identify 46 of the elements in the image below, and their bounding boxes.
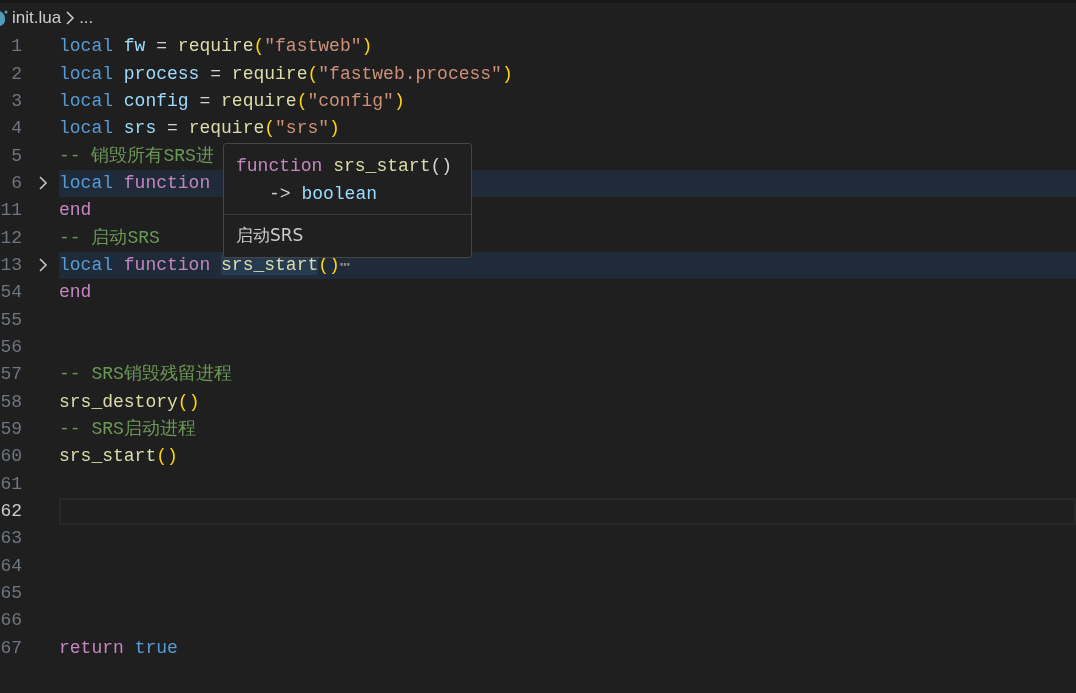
line-number: 1 <box>10 35 22 59</box>
signature-text: function srs_start() <box>236 155 453 178</box>
code-line: local config = require("config") <box>59 89 405 113</box>
line-number: 11 <box>0 199 22 223</box>
code-line: local fw = require("fastweb") <box>59 35 373 59</box>
line-number: 62 <box>0 500 22 523</box>
code-line: -- SRS销毁残留进程 <box>59 363 232 387</box>
line-number: 54 <box>0 281 22 305</box>
code-line: -- 销毁所有SRS进 <box>59 144 214 168</box>
line-number: 3 <box>10 89 22 113</box>
breadcrumb-more[interactable]: ... <box>79 5 94 31</box>
code-line: local function <box>59 171 211 195</box>
code-line: srs_destory() <box>59 390 200 414</box>
code-line: -- SRS启动进程 <box>59 418 196 441</box>
line-number: 2 <box>10 62 22 86</box>
code-line: local srs = require("srs") <box>59 117 340 141</box>
code-line: end <box>59 281 92 305</box>
line-number: 6 <box>10 171 22 195</box>
code-line: end <box>59 199 92 223</box>
code-line: local process = require("fastweb.process") <box>59 62 513 86</box>
code-line: -- 启动SRS <box>59 226 160 250</box>
code-line: return true <box>59 636 178 660</box>
line-number: 58 <box>0 390 22 414</box>
line-number: 13 <box>0 253 22 277</box>
line-number: 65 <box>0 582 22 606</box>
line-number: 64 <box>0 554 22 578</box>
code-line: srs_start() <box>59 445 178 469</box>
line-number: 60 <box>0 445 22 469</box>
line-number: 12 <box>0 226 22 250</box>
line-number: 63 <box>0 527 22 551</box>
doc-text: 启动SRS <box>236 225 304 245</box>
line-number: 57 <box>0 363 22 387</box>
line-number: 61 <box>0 472 22 496</box>
fold-chevron-icon[interactable] <box>37 257 48 274</box>
breadcrumb-file[interactable]: init.lua <box>12 5 62 31</box>
line-number: 56 <box>0 335 22 359</box>
fold-chevron-icon[interactable] <box>37 175 48 192</box>
line-number: 4 <box>10 117 22 141</box>
line-number: 59 <box>0 418 22 441</box>
line-number: 55 <box>0 308 22 332</box>
line-number: 5 <box>10 144 22 168</box>
line-number: 67 <box>0 636 22 660</box>
line-number: 66 <box>0 609 22 633</box>
file-icon <box>0 9 8 27</box>
chevron-right-icon <box>65 10 76 26</box>
return-type-text: -> boolean <box>268 183 378 206</box>
